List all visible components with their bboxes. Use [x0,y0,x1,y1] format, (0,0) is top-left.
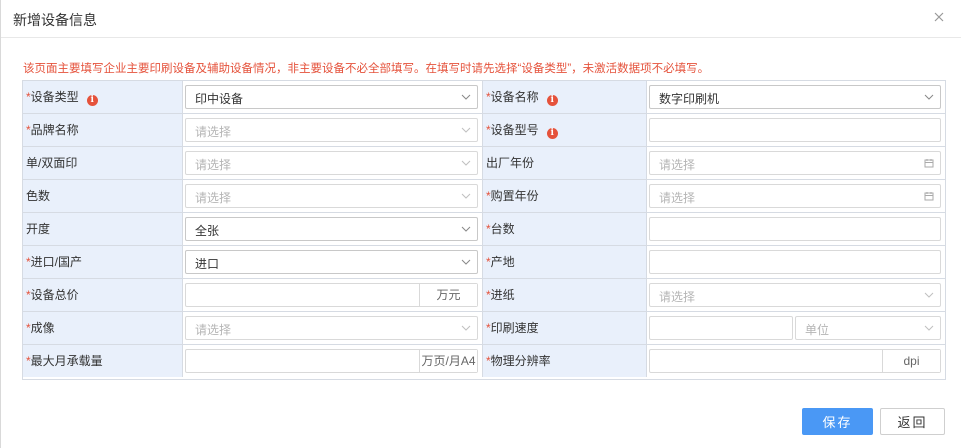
label-paper-feed: *进纸 [483,279,647,311]
quantity-input[interactable] [649,217,941,241]
device-type-select[interactable]: 印中设备 [185,85,478,109]
form-row: *设备类型 i 印中设备 *设备名称 i 数字印刷机 [23,81,945,114]
label-total-price: *设备总价 [23,279,183,311]
origin-place-input[interactable] [649,250,941,274]
form-row: 单/双面印 请选择 出厂年份 请选择 [23,147,945,180]
label-brand: *品牌名称 [23,114,183,146]
model-input[interactable] [649,118,941,142]
manufacture-year-picker[interactable]: 请选择 [649,151,941,175]
dialog-header: 新增设备信息 [1,0,961,38]
unit-suffix: 万页/月A4 [419,350,477,372]
chevron-down-icon [924,323,934,333]
brand-select[interactable]: 请选择 [185,118,478,142]
dialog-title: 新增设备信息 [13,12,97,28]
chevron-down-icon [924,290,934,300]
colors-select[interactable]: 请选择 [185,184,478,208]
device-name-select[interactable]: 数字印刷机 [649,85,941,109]
format-select[interactable]: 全张 [185,217,478,241]
speed-unit-select[interactable]: 单位 [795,316,941,340]
label-max-monthly-load: *最大月承载量 [23,345,183,377]
form-row: *设备总价 万元 *进纸 请选择 [23,279,945,312]
origin-type-select[interactable]: 进口 [185,250,478,274]
max-monthly-load-input[interactable]: 万页/月A4 [185,349,478,373]
close-icon[interactable] [932,10,946,24]
sides-select[interactable]: 请选择 [185,151,478,175]
label-print-speed: *印刷速度 [483,312,647,344]
chevron-down-icon [461,125,471,135]
total-price-input[interactable]: 万元 [185,283,478,307]
purchase-year-picker[interactable]: 请选择 [649,184,941,208]
label-format: 开度 [23,213,183,245]
form-row: *进口/国产 进口 *产地 [23,246,945,279]
device-form: *设备类型 i 印中设备 *设备名称 i 数字印刷机 *品牌名称 请选择 *设备… [22,80,946,380]
label-physical-resolution: *物理分辨率 [483,345,647,377]
print-speed-input[interactable] [649,316,793,340]
chevron-down-icon [461,257,471,267]
label-purchase-year: *购置年份 [483,180,647,212]
chevron-down-icon [461,158,471,168]
chevron-down-icon [461,191,471,201]
paper-feed-select[interactable]: 请选择 [649,283,941,307]
back-button[interactable]: 返回 [880,408,945,435]
unit-suffix: 万元 [419,284,477,306]
label-origin-type: *进口/国产 [23,246,183,278]
info-icon[interactable]: i [546,128,558,139]
physical-resolution-input[interactable]: dpi [649,349,941,373]
imaging-select[interactable]: 请选择 [185,316,478,340]
form-row: *最大月承载量 万页/月A4 *物理分辨率 dpi [23,345,945,378]
chevron-down-icon [924,92,934,102]
label-origin-place: *产地 [483,246,647,278]
label-quantity: *台数 [483,213,647,245]
chevron-down-icon [461,92,471,102]
form-row: *成像 请选择 *印刷速度 单位 [23,312,945,345]
form-row: *品牌名称 请选择 *设备型号 i [23,114,945,147]
dialog-footer: 保存 返回 [1,388,961,448]
label-model: *设备型号 i [483,114,647,146]
save-button[interactable]: 保存 [802,408,873,435]
label-device-type: *设备类型 i [23,81,183,113]
label-colors: 色数 [23,180,183,212]
label-manufacture-year: 出厂年份 [483,147,647,179]
form-notice: 该页面主要填写企业主要印刷设备及辅助设备情况，非主要设备不必全部填写。在填写时请… [23,63,710,75]
calendar-icon [924,158,934,168]
chevron-down-icon [461,224,471,234]
info-icon[interactable]: i [546,95,558,106]
chevron-down-icon [461,323,471,333]
unit-suffix: dpi [882,350,940,372]
form-row: 色数 请选择 *购置年份 请选择 [23,180,945,213]
info-icon[interactable]: i [86,95,98,106]
label-sides: 单/双面印 [23,147,183,179]
form-row: 开度 全张 *台数 [23,213,945,246]
calendar-icon [924,191,934,201]
label-device-name: *设备名称 i [483,81,647,113]
dialog: 新增设备信息 该页面主要填写企业主要印刷设备及辅助设备情况，非主要设备不必全部填… [0,0,961,448]
label-imaging: *成像 [23,312,183,344]
